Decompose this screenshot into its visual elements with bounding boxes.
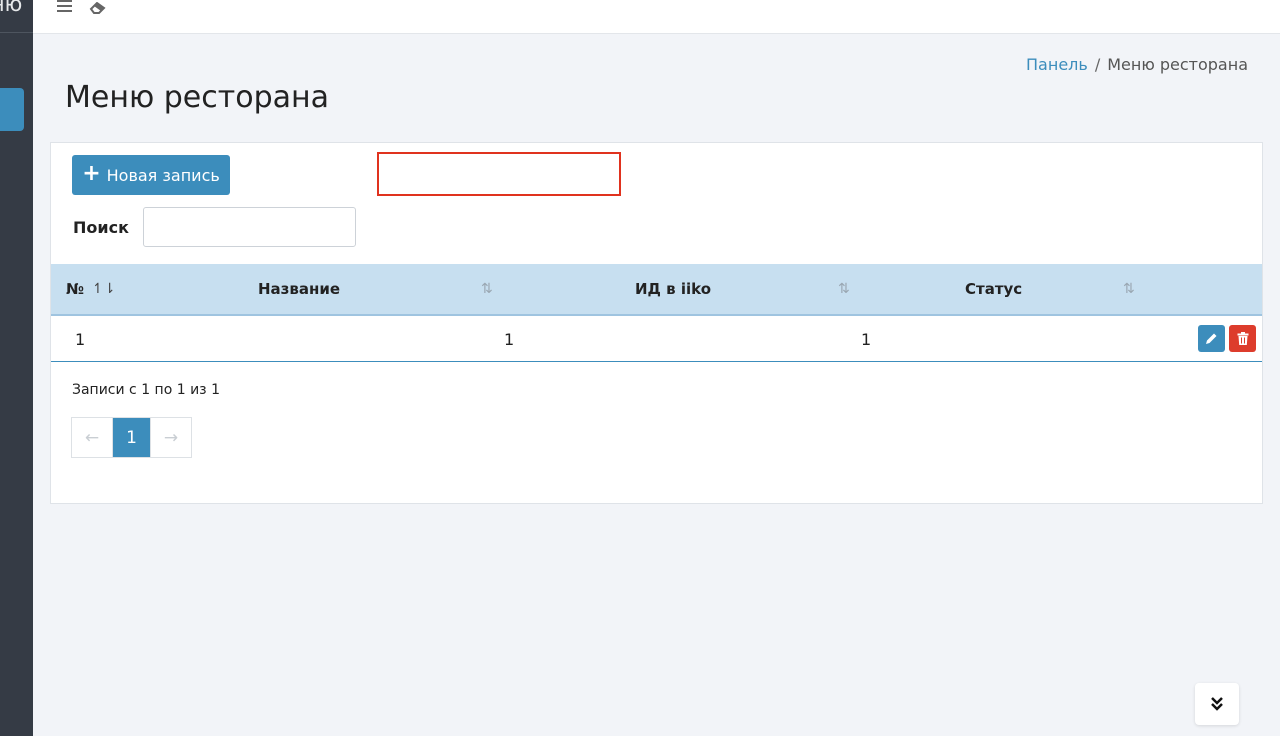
plus-icon: + <box>82 161 101 186</box>
column-header-iiko-id[interactable]: ИД в iiko <box>635 280 711 298</box>
page-title: Меню ресторана <box>65 80 329 115</box>
edit-button[interactable] <box>1198 325 1225 352</box>
highlight-box <box>377 152 621 196</box>
chevron-double-down-icon <box>1211 697 1223 711</box>
search-input[interactable] <box>143 207 356 247</box>
hamburger-icon[interactable] <box>57 0 72 12</box>
search-label: Поиск <box>73 218 129 237</box>
new-record-button[interactable]: + Новая запись <box>72 155 230 195</box>
sidebar: еню <box>0 0 33 736</box>
breadcrumb-home-link[interactable]: Панель <box>1026 55 1088 74</box>
table-row: 1 1 1 <box>51 316 1262 362</box>
table-header: № ↿⇂ Название ⇅ ИД в iiko ⇅ Статус ⇅ <box>51 264 1262 316</box>
breadcrumb-separator: / <box>1094 55 1101 74</box>
delete-button[interactable] <box>1229 325 1256 352</box>
sidebar-brand: еню <box>0 0 23 16</box>
content-card: + Новая запись Поиск № ↿⇂ Название ⇅ ИД … <box>50 142 1263 504</box>
cell-iiko-id: 1 <box>861 330 872 349</box>
sidebar-divider <box>0 32 33 33</box>
cell-num: 1 <box>75 330 86 349</box>
pagination-prev-button[interactable]: ← <box>72 418 113 457</box>
sort-icon[interactable]: ⇅ <box>1123 281 1135 297</box>
trash-icon <box>1237 332 1248 345</box>
pencil-icon <box>1206 333 1217 344</box>
topbar <box>33 0 1280 34</box>
pagination-page-button[interactable]: 1 <box>113 418 150 457</box>
sort-icon[interactable]: ⇅ <box>838 281 850 297</box>
breadcrumb-current: Меню ресторана <box>1107 55 1248 74</box>
eraser-icon[interactable] <box>89 0 107 14</box>
column-header-num[interactable]: № <box>66 280 84 298</box>
column-header-name[interactable]: Название <box>258 280 340 298</box>
sort-icon[interactable]: ⇅ <box>481 281 493 297</box>
cell-name: 1 <box>504 330 515 349</box>
new-record-label: Новая запись <box>106 165 220 185</box>
sort-asc-icon[interactable]: ↿⇂ <box>92 281 115 297</box>
pagination-next-button[interactable]: → <box>150 418 191 457</box>
records-info: Записи с 1 по 1 из 1 <box>72 382 220 398</box>
scroll-down-button[interactable] <box>1195 683 1239 725</box>
sidebar-item-active[interactable] <box>0 88 24 131</box>
breadcrumb: Панель / Меню ресторана <box>1026 55 1248 74</box>
pagination: ← 1 → <box>71 417 192 458</box>
column-header-status[interactable]: Статус <box>965 280 1022 298</box>
